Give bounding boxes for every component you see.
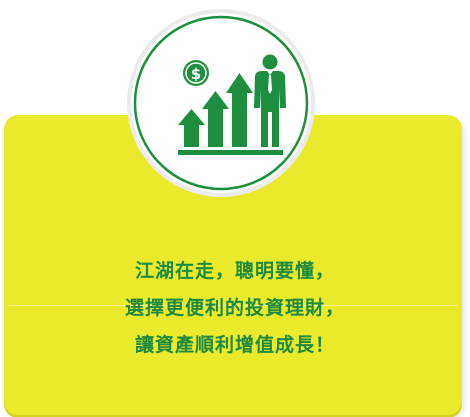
finance-growth-businessman-icon: $ — [127, 9, 315, 197]
caption-line-2: 選擇更便利的投資理財， — [124, 297, 345, 319]
dollar-coin-icon: $ — [183, 60, 209, 86]
caption-line-1: 江湖在走，聰明要懂， — [134, 260, 335, 282]
caption-line-3: 讓資產順利增值成長！ — [134, 334, 335, 356]
finance-growth-emblem: $ — [126, 8, 316, 198]
chart-baseline — [178, 150, 283, 155]
svg-text:$: $ — [191, 65, 201, 83]
slogan-caption: 江湖在走，聰明要懂， 選擇更便利的投資理財， 讓資產順利增值成長！ — [0, 253, 470, 364]
